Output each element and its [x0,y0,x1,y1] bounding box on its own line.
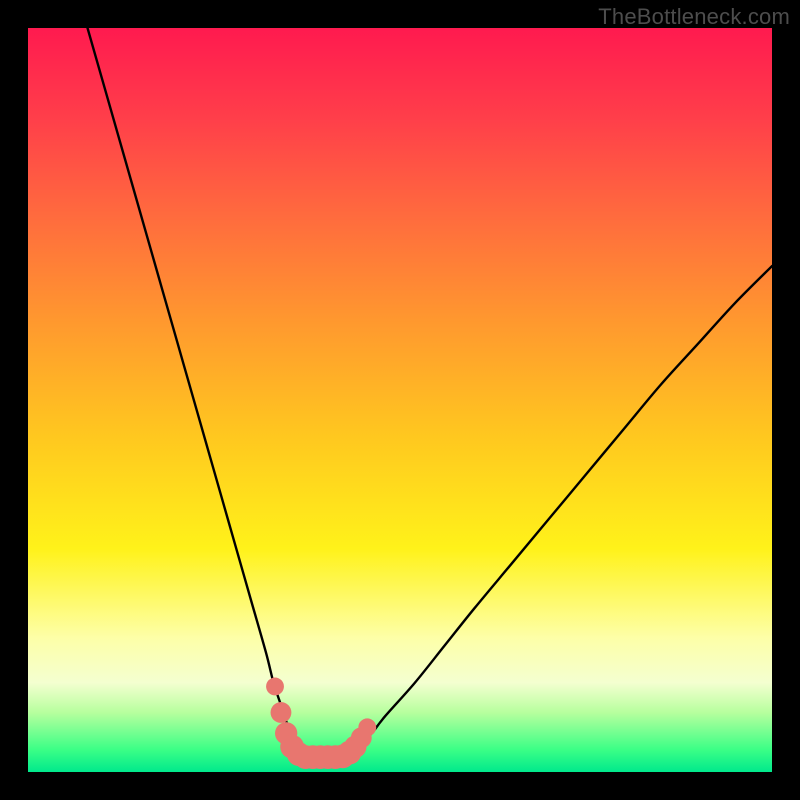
highlight-dot [266,678,284,696]
watermark-text: TheBottleneck.com [598,4,790,30]
bottleneck-curve [88,28,772,757]
highlight-dot [358,718,376,736]
highlight-dot [271,702,292,723]
curve-layer [28,28,772,772]
chart-frame: TheBottleneck.com [0,0,800,800]
plot-area [28,28,772,772]
highlight-dots [266,678,376,770]
